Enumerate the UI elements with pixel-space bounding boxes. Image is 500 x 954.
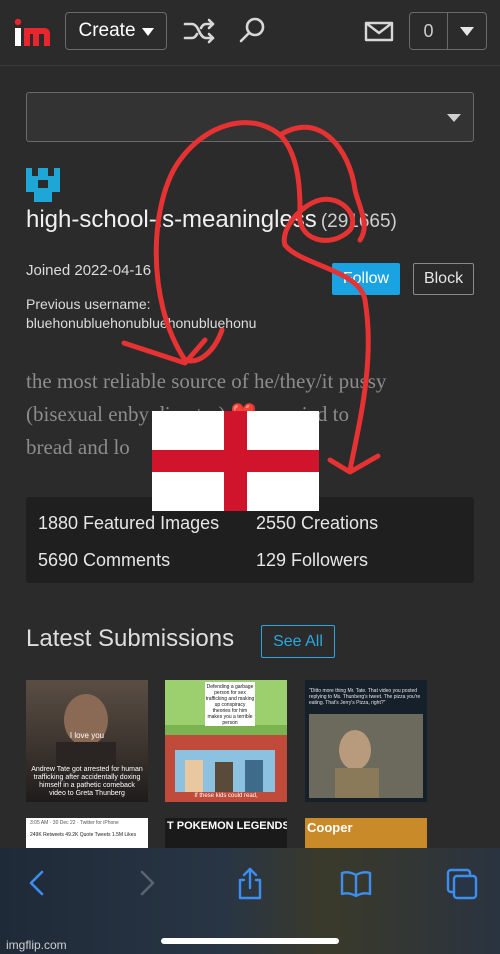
thumbnail-caption: 3:05 AM · 30 Dec 22 · Twitter for iPhone	[30, 820, 119, 826]
red-arrow-annotation	[121, 120, 381, 475]
submission-thumbnail[interactable]: "Ditto more thing Mr. Tate. That video y…	[305, 680, 427, 802]
submission-thumbnail[interactable]: Cooper	[305, 818, 427, 848]
thumbnail-caption: "Ditto more thing Mr. Tate. That video y…	[309, 688, 421, 706]
submission-thumbnail[interactable]: T POKEMON LEGENDS ARCE	[165, 818, 287, 848]
thumbnail-caption: T POKEMON LEGENDS ARCE	[167, 820, 287, 832]
thumbnail-caption: If these kids could read,	[194, 793, 258, 799]
thumbnail-caption: Defending a garbage person for sex traff…	[205, 684, 255, 726]
thumbnail-caption: 249K Retweets 49.2K Quote Tweets 1.5M Li…	[30, 832, 137, 838]
bookmarks-icon[interactable]	[338, 866, 374, 902]
share-icon[interactable]	[232, 866, 268, 902]
submission-thumbnail[interactable]: Defending a garbage person for sex traff…	[165, 680, 287, 802]
back-icon[interactable]	[20, 866, 56, 902]
home-indicator[interactable]	[161, 938, 339, 944]
submission-thumbnail[interactable]: I love you Andrew Tate got arrested for …	[26, 680, 148, 802]
forward-icon[interactable]	[128, 866, 164, 902]
submission-thumbnail[interactable]: 3:05 AM · 30 Dec 22 · Twitter for iPhone…	[26, 818, 148, 848]
thumbnail-caption: Cooper	[307, 820, 353, 835]
tabs-icon[interactable]	[444, 866, 480, 902]
thumbnail-caption: I love you	[69, 731, 105, 740]
imgflip-watermark: imgflip.com	[6, 938, 67, 952]
see-all-button[interactable]: See All	[261, 625, 335, 658]
thumbnail-caption: Andrew Tate got arrested for human traff…	[31, 766, 143, 797]
latest-submissions-title: Latest Submissions	[26, 625, 235, 652]
